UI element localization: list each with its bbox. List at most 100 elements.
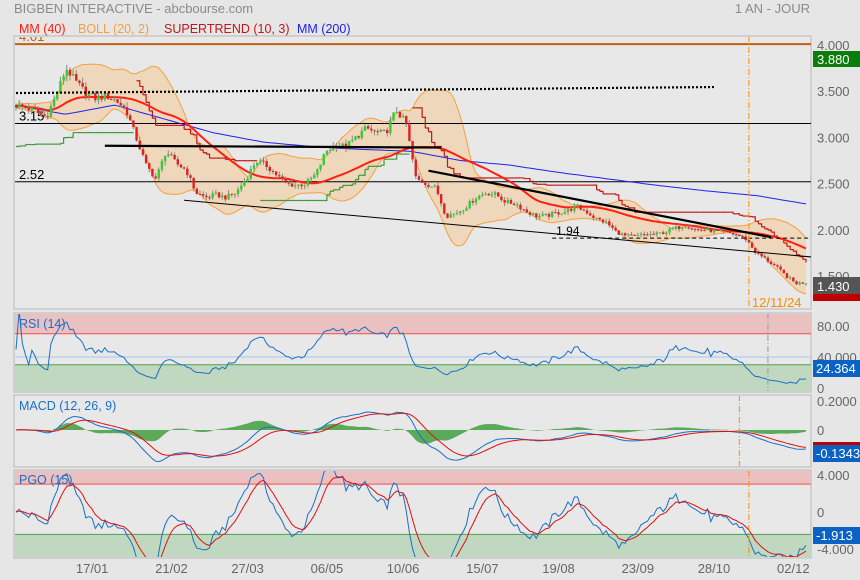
candle-body [40, 112, 43, 115]
candle-body [671, 228, 674, 230]
candle-body [119, 102, 122, 106]
candle-body [240, 185, 243, 190]
candle-body [68, 69, 72, 76]
candle-body [662, 232, 665, 235]
candle-body [785, 273, 789, 279]
candle-body [411, 140, 414, 160]
candle-body [303, 185, 306, 187]
candle-body [639, 234, 643, 236]
candle-body [512, 203, 516, 206]
date-tick-label: 10/06 [387, 561, 420, 576]
candle-body [405, 116, 408, 125]
candle-body [585, 210, 589, 214]
candle-body [328, 150, 332, 152]
rsi-tick-label: 80.00 [817, 319, 850, 334]
candle-body [500, 196, 503, 201]
candle-body [249, 168, 252, 179]
candle-body [655, 232, 659, 235]
last-price-value: 1.430 [817, 279, 850, 294]
candle-body [531, 213, 535, 215]
candle-body [151, 168, 154, 177]
candle-body [560, 213, 563, 215]
candle-body [706, 228, 709, 231]
candle-body [122, 105, 126, 108]
event-marker-label: 12/11/24 [752, 295, 802, 310]
candle-body [430, 186, 433, 188]
candle-body [617, 230, 621, 235]
candle-body [525, 209, 529, 213]
candle-body [351, 139, 354, 142]
candle-body [728, 231, 732, 233]
candle-body [570, 208, 573, 211]
candle-body [468, 201, 471, 209]
candle-body [446, 213, 449, 218]
price-tick-label: 2.000 [817, 223, 850, 238]
macd-value: -0.1343 [816, 446, 860, 461]
candle-body [731, 232, 735, 235]
candle-body [59, 80, 62, 94]
candle-body [414, 159, 417, 177]
candle-body [509, 200, 513, 204]
pgo-value: -1.913 [816, 528, 853, 543]
candle-body [516, 204, 519, 206]
candle-body [627, 234, 630, 236]
candle-body [167, 154, 170, 157]
candle-body [297, 184, 300, 186]
date-tick-label: 19/08 [542, 561, 575, 576]
candle-body [614, 227, 617, 231]
candle-body [420, 179, 424, 183]
candle-body [563, 211, 567, 214]
candle-body [795, 281, 798, 285]
candle-body [550, 212, 554, 217]
candle-body [363, 126, 367, 131]
macd-label: MACD (12, 26, 9) [19, 399, 116, 413]
candle-body [792, 277, 795, 282]
candle-body [484, 193, 487, 195]
candle-body [401, 116, 405, 118]
candle-body [246, 178, 249, 182]
pgo-tick-label: 4.000 [817, 468, 850, 483]
candle-body [700, 229, 703, 231]
macd-tick-label: 0.2000 [817, 394, 857, 409]
pgo-tick-label: -4.000 [817, 542, 854, 557]
candle-body [113, 99, 116, 101]
candle-body [65, 69, 68, 77]
candle-body [255, 162, 259, 166]
candle-body [43, 114, 46, 117]
candle-body [24, 106, 27, 109]
price-tick-label: 4.000 [817, 38, 850, 53]
candle-body [693, 228, 697, 230]
candle-body [455, 213, 459, 215]
candle-body [97, 95, 100, 101]
candle-body [49, 105, 53, 117]
candle-body [776, 265, 779, 267]
candle-body [417, 176, 421, 180]
candle-body [798, 282, 801, 285]
legend-supertrend: SUPERTREND (10, 3) [164, 22, 290, 36]
candle-body [284, 178, 287, 183]
candle-body [392, 112, 395, 121]
candle-body [478, 195, 481, 199]
candle-body [623, 233, 627, 236]
candle-body [788, 277, 792, 279]
candle-body [21, 104, 24, 107]
candle-body [293, 185, 297, 187]
candle-body [366, 126, 370, 129]
candle-body [208, 197, 211, 199]
candle-body [395, 111, 398, 113]
candle-body [436, 185, 440, 195]
rsi-value: 24.364 [816, 361, 856, 376]
high-price-value: 3.880 [817, 52, 850, 67]
date-tick-label: 06/05 [311, 561, 344, 576]
candle-body [652, 233, 655, 235]
candle-body [135, 127, 138, 141]
candle-body [579, 205, 582, 210]
candle-body [544, 213, 548, 215]
candle-body [236, 189, 240, 194]
candle-body [37, 109, 40, 113]
pgo-tick-label: 0 [817, 505, 824, 520]
period-selector[interactable]: 1 AN - JOUR [735, 1, 810, 16]
candle-body [160, 161, 164, 170]
date-tick-label: 15/07 [466, 561, 499, 576]
candle-body [462, 210, 465, 212]
